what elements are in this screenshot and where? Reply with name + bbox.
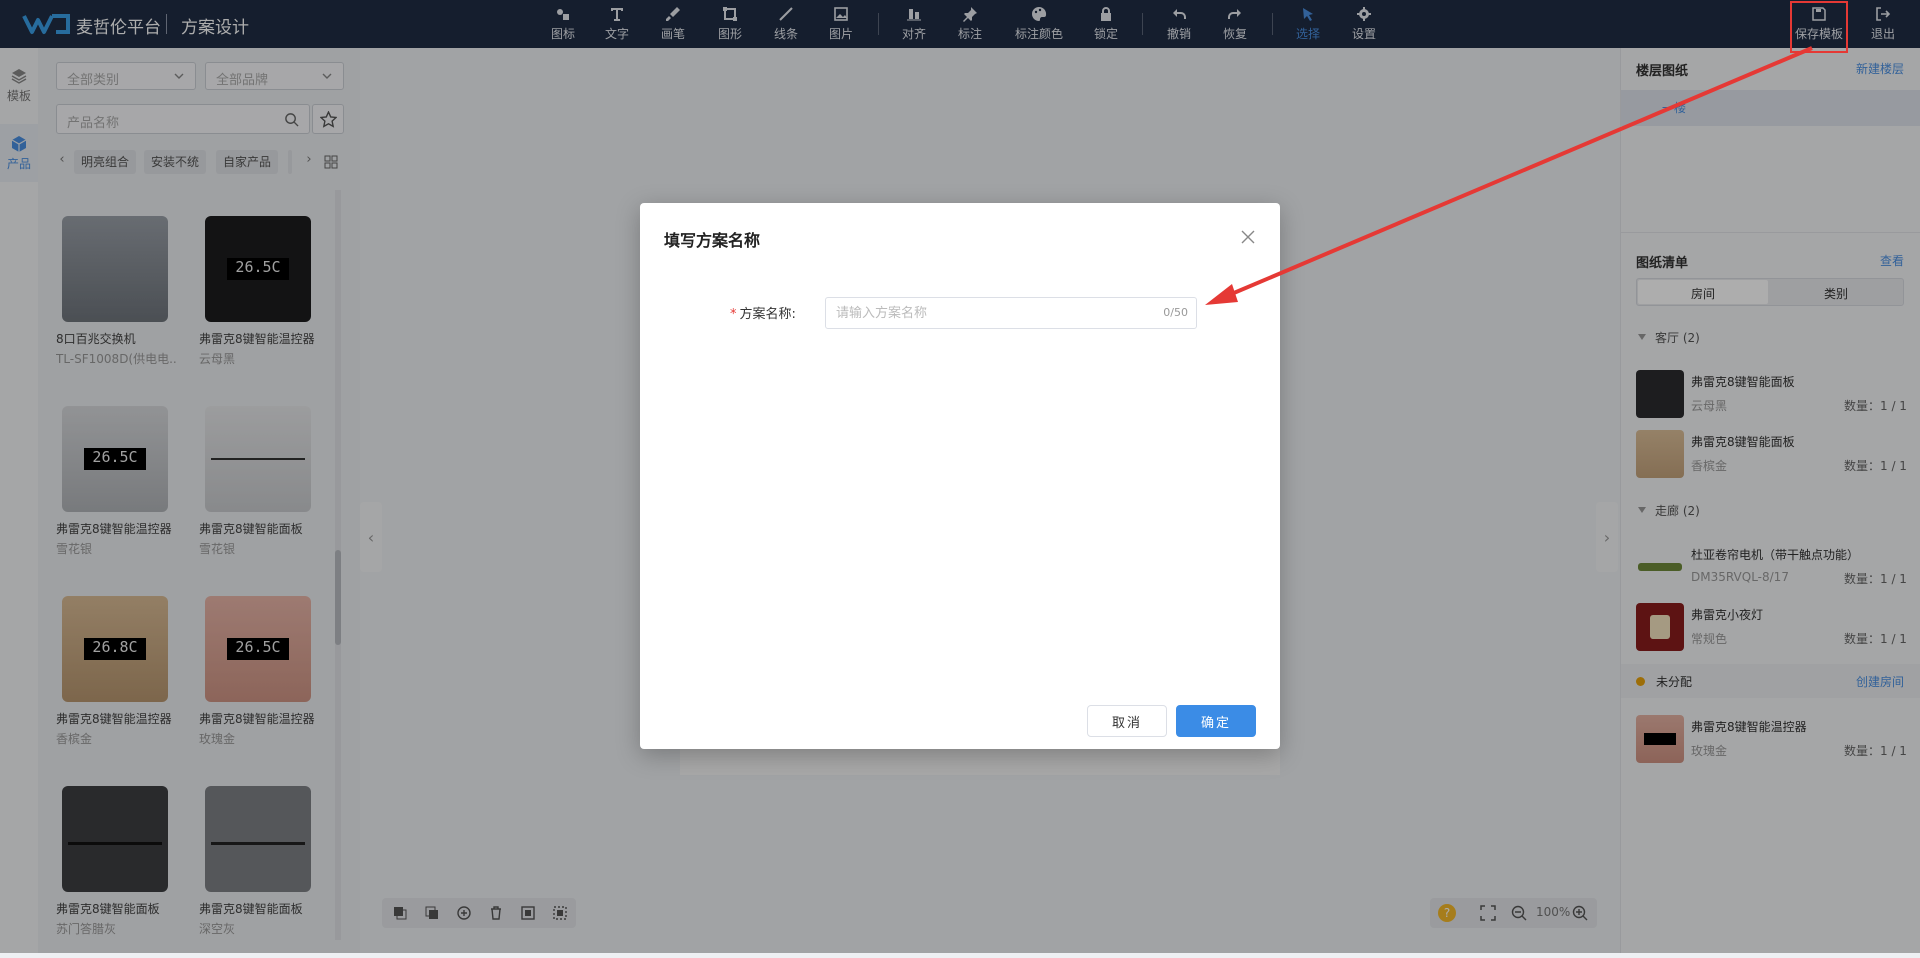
plan-name-label-text: 方案名称: xyxy=(739,307,796,322)
confirm-button[interactable]: 确定 xyxy=(1176,705,1256,737)
close-icon[interactable] xyxy=(1240,229,1256,245)
cancel-button[interactable]: 取消 xyxy=(1087,705,1167,737)
plan-name-field[interactable]: 0/50 xyxy=(825,297,1197,329)
plan-name-label: * 方案名称: xyxy=(730,303,796,322)
plan-name-dialog: 填写方案名称 *方案名称: 0/50 取消 确定 xyxy=(640,203,1280,749)
char-counter: 0/50 xyxy=(1163,306,1188,319)
save-button-highlight xyxy=(1790,1,1848,53)
required-asterisk: * xyxy=(730,307,737,322)
dialog-title: 填写方案名称 xyxy=(664,231,761,250)
plan-name-input[interactable] xyxy=(834,298,1138,328)
